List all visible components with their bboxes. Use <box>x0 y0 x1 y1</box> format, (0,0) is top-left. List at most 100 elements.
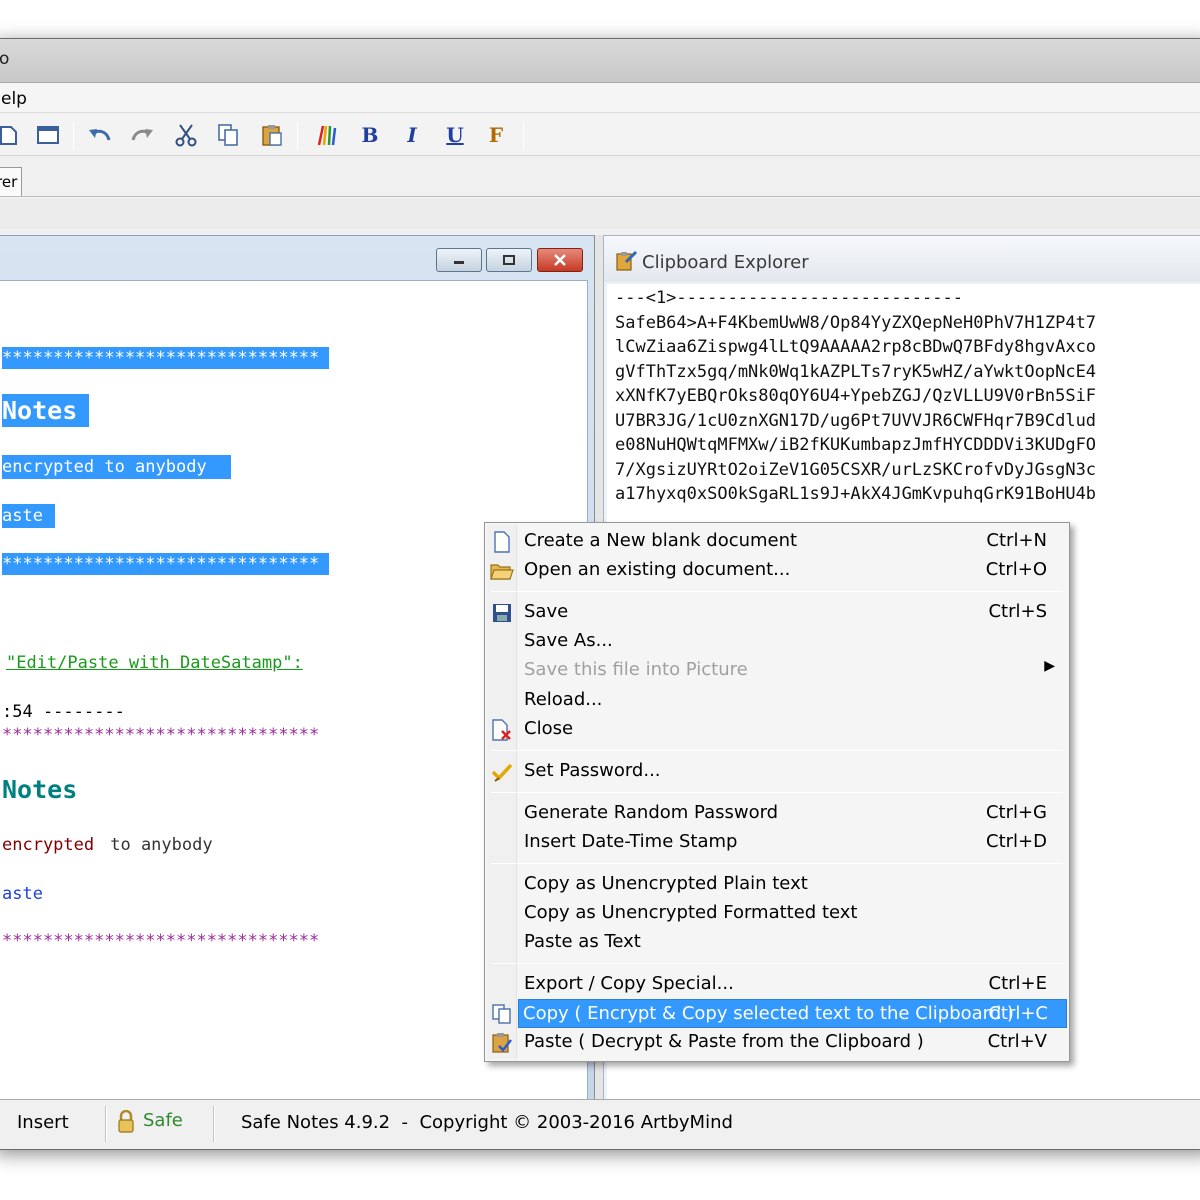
redo-icon[interactable] <box>127 120 157 150</box>
editor-line: ******************************* <box>2 553 330 575</box>
close-document-icon <box>490 718 514 742</box>
editor-line: encrypted to anybody <box>2 455 231 479</box>
menu-item-label: Export / Copy Special... <box>524 973 734 994</box>
menu-item-shortcut: Ctrl+N <box>986 530 1047 551</box>
menu-item-label: Set Password... <box>524 760 661 781</box>
status-safe: Safe <box>143 1110 183 1131</box>
toolbar-separator <box>73 122 74 150</box>
font-icon[interactable]: F <box>481 120 511 150</box>
status-separator <box>213 1106 215 1142</box>
menu-separator <box>491 591 1063 592</box>
underline-icon[interactable]: U <box>440 120 470 150</box>
editor-line: encrypted <box>2 835 95 855</box>
editor-line: :54 -------- <box>2 702 125 722</box>
status-separator <box>105 1106 107 1142</box>
menu-item-save-into-picture[interactable]: Save this file into Picture ▶ <box>487 656 1067 685</box>
clipboard-line: U7BR3JG/1cU0znXGN17D/ug6Pt7UVVJR6CWFHqr7… <box>615 410 1097 431</box>
menu-item-shortcut: Ctrl+O <box>985 559 1047 580</box>
title-bar[interactable]: o <box>0 39 1200 83</box>
menu-item-close[interactable]: Close <box>487 715 1067 744</box>
paste-icon[interactable] <box>257 120 287 150</box>
menu-item-encrypt-copy-icon-cell <box>487 999 517 1028</box>
editor-title-bar[interactable] <box>0 236 594 280</box>
menu-help[interactable]: elp <box>1 89 27 109</box>
minimize-button[interactable] <box>436 248 482 272</box>
menu-item-label: Close <box>524 718 574 739</box>
menu-item-insert-datetime[interactable]: Insert Date-Time Stamp Ctrl+D <box>487 828 1067 857</box>
open-folder-icon <box>490 559 514 583</box>
toolbar: B I U F <box>0 114 1200 156</box>
menu-separator <box>491 792 1063 793</box>
menu-item-paste-as-text[interactable]: Paste as Text <box>487 928 1067 957</box>
clipboard-line: xXNfK7yEBQrOks80qOY6U4+YpebZGJ/QzVLLU9V0… <box>615 386 1097 406</box>
tab-bar: rer <box>0 157 1200 197</box>
toolbar-separator <box>297 122 298 150</box>
menu-item-shortcut: Ctrl+V <box>987 1031 1047 1052</box>
password-icon <box>490 760 514 784</box>
color-icon[interactable] <box>311 120 341 150</box>
menu-item-export[interactable]: Export / Copy Special... Ctrl+E <box>487 970 1067 999</box>
submenu-arrow-icon: ▶ <box>1044 658 1055 674</box>
menu-item-set-password[interactable]: Set Password... <box>487 757 1067 786</box>
new-document-icon <box>490 530 514 554</box>
restore-button[interactable] <box>486 248 532 272</box>
clipboard-line: lCwZiaa6Zispwg4lLtQ9AAAAA2rp8cBDwQ7BFdy8… <box>615 337 1097 357</box>
menu-item-shortcut: Ctrl+E <box>988 973 1047 994</box>
status-bar: Insert Safe Safe Notes 4.9.2 - Copyright… <box>0 1099 1200 1149</box>
menu-item-label: Generate Random Password <box>524 802 779 823</box>
clipboard-explorer-title: Clipboard Explorer <box>642 252 809 273</box>
status-mode: Insert <box>17 1112 69 1133</box>
copy-icon[interactable] <box>213 120 243 150</box>
menu-item-encrypt-copy[interactable]: Copy ( Encrypt & Copy selected text to t… <box>518 999 1067 1028</box>
window-title: o <box>0 49 10 69</box>
menu-item-copy-plain[interactable]: Copy as Unencrypted Plain text <box>487 870 1067 899</box>
new-icon[interactable] <box>0 120 25 150</box>
menu-item-new-document[interactable]: Create a New blank document Ctrl+N <box>487 527 1067 556</box>
menu-item-shortcut: Ctrl+D <box>986 831 1047 852</box>
menu-item-generate-password[interactable]: Generate Random Password Ctrl+G <box>487 799 1067 828</box>
clipboard-line: e08NuHQWtqMFMXw/iB2fKUKumbapzJmfHYCDDDVi… <box>615 435 1097 455</box>
undo-icon[interactable] <box>85 120 115 150</box>
menu-item-reload[interactable]: Reload... <box>487 686 1067 715</box>
clipboard-line: gVfThTzx5gq/mNk0Wq1kAZPLTs7ryK5wHZ/aYwkt… <box>615 361 1097 382</box>
cut-icon[interactable] <box>171 120 201 150</box>
menu-separator <box>491 863 1063 864</box>
close-button[interactable] <box>537 248 583 272</box>
clipboard-explorer-icon <box>616 250 638 271</box>
bold-icon[interactable]: B <box>355 120 385 150</box>
editor-line: ******************************* <box>2 347 330 369</box>
menu-item-shortcut: Ctrl+C <box>988 1003 1048 1024</box>
menu-separator <box>491 963 1063 964</box>
italic-icon[interactable]: I <box>397 120 427 150</box>
clipboard-explorer-header: Clipboard Explorer <box>604 236 1200 282</box>
editor-line: Notes <box>2 394 90 427</box>
menu-item-label: Copy as Unencrypted Formatted text <box>524 902 858 923</box>
copy-icon <box>490 1002 514 1026</box>
menu-item-save[interactable]: Save Ctrl+S <box>487 598 1067 627</box>
editor-line: ******************************* <box>2 931 320 951</box>
menu-item-shortcut: Ctrl+G <box>985 802 1047 823</box>
menu-item-copy-formatted[interactable]: Copy as Unencrypted Formatted text <box>487 899 1067 928</box>
close-icon <box>554 254 566 266</box>
clipboard-line: 7/XgsizUYRtO2oiZeV1G05CSXR/urLzSKCrofvDy… <box>615 459 1097 480</box>
window-icon[interactable] <box>33 120 63 150</box>
tab-explorer[interactable]: rer <box>0 167 22 196</box>
menu-item-label: Copy ( Encrypt & Copy selected text to t… <box>523 1003 1014 1024</box>
clipboard-line: ---<1>---------------------------- <box>615 288 963 308</box>
menu-item-save-as[interactable]: Save As... <box>487 627 1067 656</box>
minimize-icon <box>454 261 464 264</box>
toolbar-separator <box>523 122 524 150</box>
tab-strip <box>0 199 1200 229</box>
lock-icon <box>118 1110 134 1133</box>
status-info: Safe Notes 4.9.2 - Copyright © 2003-2016… <box>241 1112 733 1133</box>
menu-item-decrypt-paste[interactable]: Paste ( Decrypt & Paste from the Clipboa… <box>487 1028 1067 1057</box>
paste-icon <box>490 1031 514 1055</box>
clipboard-line: SafeB64>A+F4KbemUwW8/Op84YyZXQepNeH0PhV7… <box>615 312 1097 333</box>
tab-label: rer <box>0 173 18 191</box>
editor-line: Notes <box>2 775 78 804</box>
menu-item-shortcut: Ctrl+S <box>988 601 1047 622</box>
menu-item-label: Create a New blank document <box>524 530 798 551</box>
clipboard-line: a17hyxq0xSO0kSgaRL1s9J+AkX4JGmKvpuhqGrK9… <box>615 484 1097 504</box>
menu-item-open-document[interactable]: Open an existing document... Ctrl+O <box>487 556 1067 585</box>
menu-item-label: Open an existing document... <box>524 559 791 580</box>
